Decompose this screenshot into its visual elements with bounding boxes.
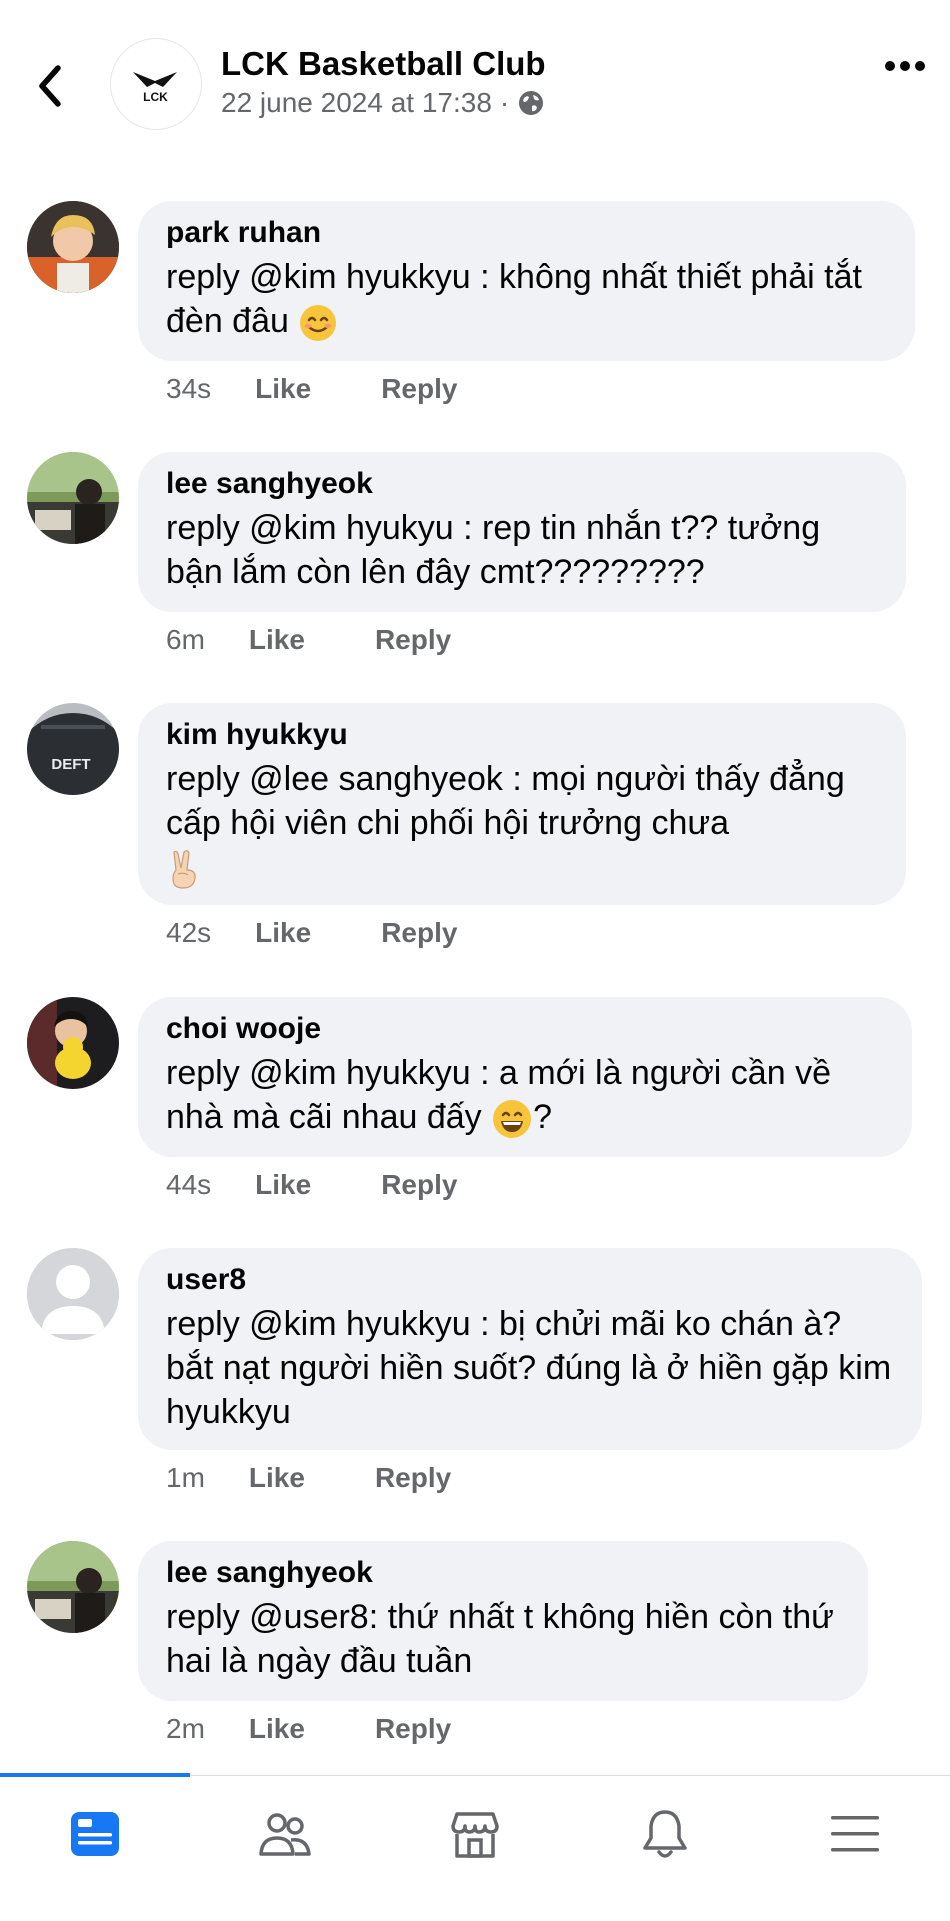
chevron-left-icon xyxy=(39,65,61,107)
bottom-tab-bar xyxy=(0,1773,950,1921)
default-user-icon xyxy=(27,1248,119,1340)
menu-icon xyxy=(831,1816,879,1852)
lck-logo-icon: LCK xyxy=(133,72,177,104)
comment-text-content: reply @kim hyukkyu : không nhất thiết ph… xyxy=(166,258,862,340)
victory-hand-emoji xyxy=(172,850,196,889)
comment-actions: 34s Like Reply xyxy=(166,373,457,405)
comment-text: reply @kim hyukkyu : bị chửi mãi ko chán… xyxy=(166,1305,892,1431)
comment-actions: 44s Like Reply xyxy=(166,1169,457,1201)
reply-button[interactable]: Reply xyxy=(381,1169,457,1201)
avatar-text: DEFT xyxy=(51,756,90,773)
tab-notifications[interactable] xyxy=(570,1776,760,1921)
reply-button[interactable]: Reply xyxy=(375,1713,451,1745)
comment-actions: 1m Like Reply xyxy=(166,1462,451,1494)
friends-icon xyxy=(259,1813,311,1856)
back-button[interactable] xyxy=(30,58,74,114)
more-dots-icon xyxy=(885,61,925,71)
comment-time[interactable]: 42s xyxy=(166,917,211,949)
globe-icon xyxy=(519,91,544,115)
avatar-photo: DEFT xyxy=(27,703,119,795)
comment-author[interactable]: choi wooje xyxy=(166,1011,882,1047)
comment-actions: 6m Like Reply xyxy=(166,624,451,656)
reply-button[interactable]: Reply xyxy=(375,624,451,656)
page-name[interactable]: LCK Basketball Club xyxy=(221,45,546,83)
logo-text: LCK xyxy=(143,90,168,104)
more-options-button[interactable] xyxy=(880,48,930,84)
avatar[interactable] xyxy=(27,997,119,1089)
like-button[interactable]: Like xyxy=(249,1713,305,1745)
comment-time[interactable]: 34s xyxy=(166,373,211,405)
like-button[interactable]: Like xyxy=(255,917,311,949)
avatar-photo xyxy=(27,1541,119,1633)
avatar[interactable] xyxy=(27,1541,119,1633)
comment-time[interactable]: 2m xyxy=(166,1713,205,1745)
comment-bubble[interactable]: park ruhan reply @kim hyukkyu : không nh… xyxy=(138,201,915,361)
avatar[interactable] xyxy=(27,452,119,544)
smiling-face-emoji xyxy=(300,305,337,342)
feed-icon xyxy=(71,1812,119,1856)
comment-time[interactable]: 6m xyxy=(166,624,205,656)
comment-text: reply @kim hyukkyu : không nhất thiết ph… xyxy=(166,255,885,343)
tab-marketplace[interactable] xyxy=(380,1776,570,1921)
comment-text: reply @lee sanghyeok : mọi người thấy đẳ… xyxy=(166,757,876,890)
reply-button[interactable]: Reply xyxy=(375,1462,451,1494)
comment-actions: 2m Like Reply xyxy=(166,1713,451,1745)
like-button[interactable]: Like xyxy=(249,1462,305,1494)
reply-button[interactable]: Reply xyxy=(381,373,457,405)
comment-author[interactable]: park ruhan xyxy=(166,215,885,251)
tab-menu[interactable] xyxy=(760,1776,950,1921)
comment-time[interactable]: 44s xyxy=(166,1169,211,1201)
comment-text-content: reply @lee sanghyeok : mọi người thấy đẳ… xyxy=(166,760,845,842)
avatar[interactable] xyxy=(27,201,119,293)
comment-bubble[interactable]: lee sanghyeok reply @user8: thứ nhất t k… xyxy=(138,1541,868,1701)
like-button[interactable]: Like xyxy=(255,373,311,405)
page-avatar[interactable]: LCK xyxy=(110,38,202,130)
comment-text: reply @kim hyukyu : rep tin nhắn t?? tưở… xyxy=(166,509,821,591)
marketplace-icon xyxy=(451,1812,499,1858)
comment-time[interactable]: 1m xyxy=(166,1462,205,1494)
comment-author[interactable]: user8 xyxy=(166,1262,892,1298)
like-button[interactable]: Like xyxy=(249,624,305,656)
comment-text-suffix: ? xyxy=(533,1098,553,1136)
avatar[interactable] xyxy=(27,1248,119,1340)
avatar-photo xyxy=(27,997,119,1089)
avatar[interactable]: DEFT xyxy=(27,703,119,795)
comment-author[interactable]: lee sanghyeok xyxy=(166,466,876,502)
comment-author[interactable]: kim hyukkyu xyxy=(166,717,876,753)
grinning-face-emoji xyxy=(493,1100,532,1139)
comment-bubble[interactable]: lee sanghyeok reply @kim hyukyu : rep ti… xyxy=(138,452,906,612)
comment-text: reply @kim hyukkyu : a mới là người cần … xyxy=(166,1051,882,1140)
comment-author[interactable]: lee sanghyeok xyxy=(166,1555,838,1591)
comment-text: reply @user8: thứ nhất t không hiền còn … xyxy=(166,1598,834,1680)
post-date[interactable]: 22 june 2024 at 17:38 xyxy=(221,87,492,119)
post-header: LCK LCK Basketball Club 22 june 2024 at … xyxy=(0,0,950,170)
comment-bubble[interactable]: kim hyukkyu reply @lee sanghyeok : mọi n… xyxy=(138,703,906,905)
like-button[interactable]: Like xyxy=(255,1169,311,1201)
tab-feed[interactable] xyxy=(0,1776,190,1921)
comment-bubble[interactable]: user8 reply @kim hyukkyu : bị chửi mãi k… xyxy=(138,1248,922,1450)
comment-actions: 42s Like Reply xyxy=(166,917,457,949)
comment-bubble[interactable]: choi wooje reply @kim hyukkyu : a mới là… xyxy=(138,997,912,1157)
post-meta: 22 june 2024 at 17:38 · xyxy=(221,87,545,119)
reply-button[interactable]: Reply xyxy=(381,917,457,949)
avatar-photo xyxy=(27,201,119,293)
tab-friends[interactable] xyxy=(190,1776,380,1921)
avatar-photo xyxy=(27,452,119,544)
meta-separator: · xyxy=(499,87,510,118)
notifications-icon xyxy=(643,1810,687,1858)
